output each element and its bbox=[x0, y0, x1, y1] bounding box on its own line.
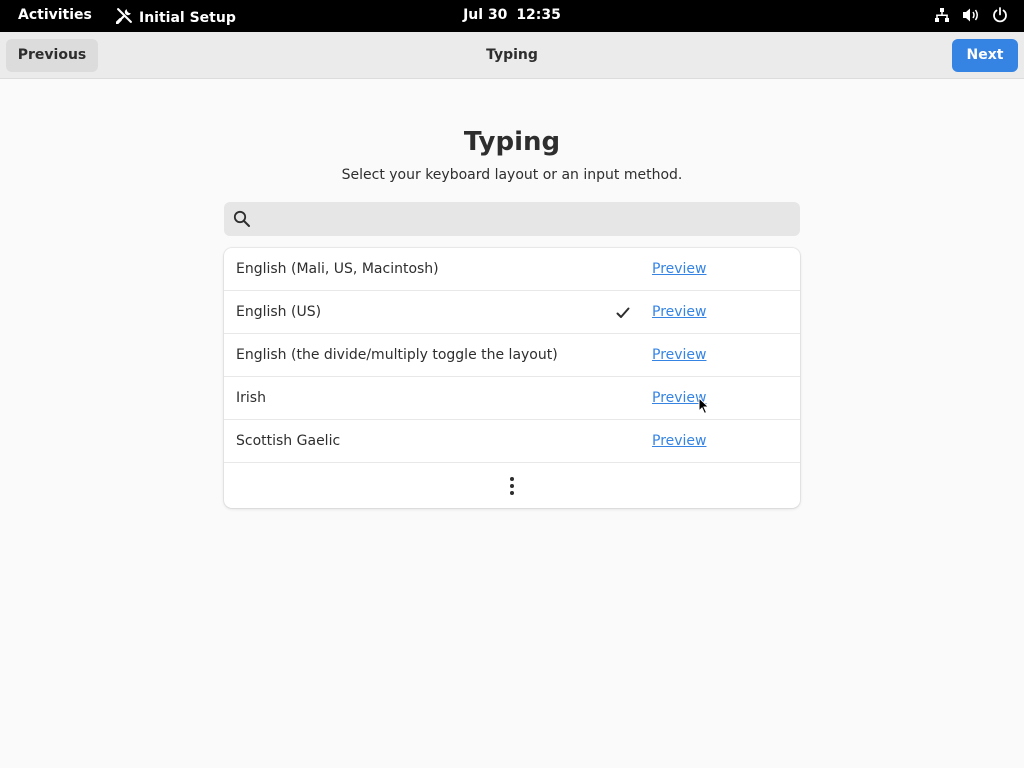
view-more-icon bbox=[509, 476, 515, 500]
preview-link[interactable]: Preview bbox=[652, 433, 707, 449]
list-item[interactable]: English (the divide/multiply toggle the … bbox=[224, 334, 800, 377]
layout-label: English (Mali, US, Macintosh) bbox=[236, 261, 439, 277]
search-field[interactable] bbox=[224, 202, 800, 236]
network-icon bbox=[934, 7, 950, 23]
next-button[interactable]: Next bbox=[952, 39, 1018, 72]
layout-label: Irish bbox=[236, 390, 266, 406]
search-icon bbox=[233, 210, 251, 232]
header-title: Typing bbox=[486, 47, 538, 63]
show-more-row[interactable] bbox=[224, 463, 800, 508]
header-bar: Previous Typing Next bbox=[0, 32, 1024, 79]
list-item[interactable]: Irish Preview bbox=[224, 377, 800, 420]
checkmark-icon bbox=[616, 305, 630, 324]
search-input[interactable] bbox=[256, 202, 792, 236]
page-title: Typing bbox=[463, 127, 561, 157]
layout-list: English (Mali, US, Macintosh) Preview En… bbox=[224, 248, 800, 508]
preview-link[interactable]: Preview bbox=[652, 304, 707, 320]
top-bar: Activities Initial Setup Jul 30 12:35 bbox=[0, 0, 1024, 32]
mouse-pointer-icon bbox=[698, 396, 710, 419]
layout-label: Scottish Gaelic bbox=[236, 433, 341, 449]
list-item[interactable]: English (US) Preview bbox=[224, 291, 800, 334]
preview-link[interactable]: Preview bbox=[652, 261, 707, 277]
preview-link[interactable]: Preview bbox=[652, 347, 707, 363]
list-item[interactable]: English (Mali, US, Macintosh) Preview bbox=[224, 248, 800, 291]
page-subtitle: Select your keyboard layout or an input … bbox=[341, 167, 683, 183]
layout-label: English (US) bbox=[236, 304, 322, 320]
clock-date: Jul 30 bbox=[463, 7, 508, 23]
power-icon bbox=[992, 7, 1008, 23]
list-item[interactable]: Scottish Gaelic Preview bbox=[224, 420, 800, 463]
volume-icon bbox=[962, 7, 980, 23]
clock-time: 12:35 bbox=[516, 7, 561, 23]
layout-label: English (the divide/multiply toggle the … bbox=[236, 347, 558, 363]
clock[interactable]: Jul 30 12:35 bbox=[0, 7, 1024, 23]
system-tray[interactable] bbox=[934, 7, 1008, 23]
